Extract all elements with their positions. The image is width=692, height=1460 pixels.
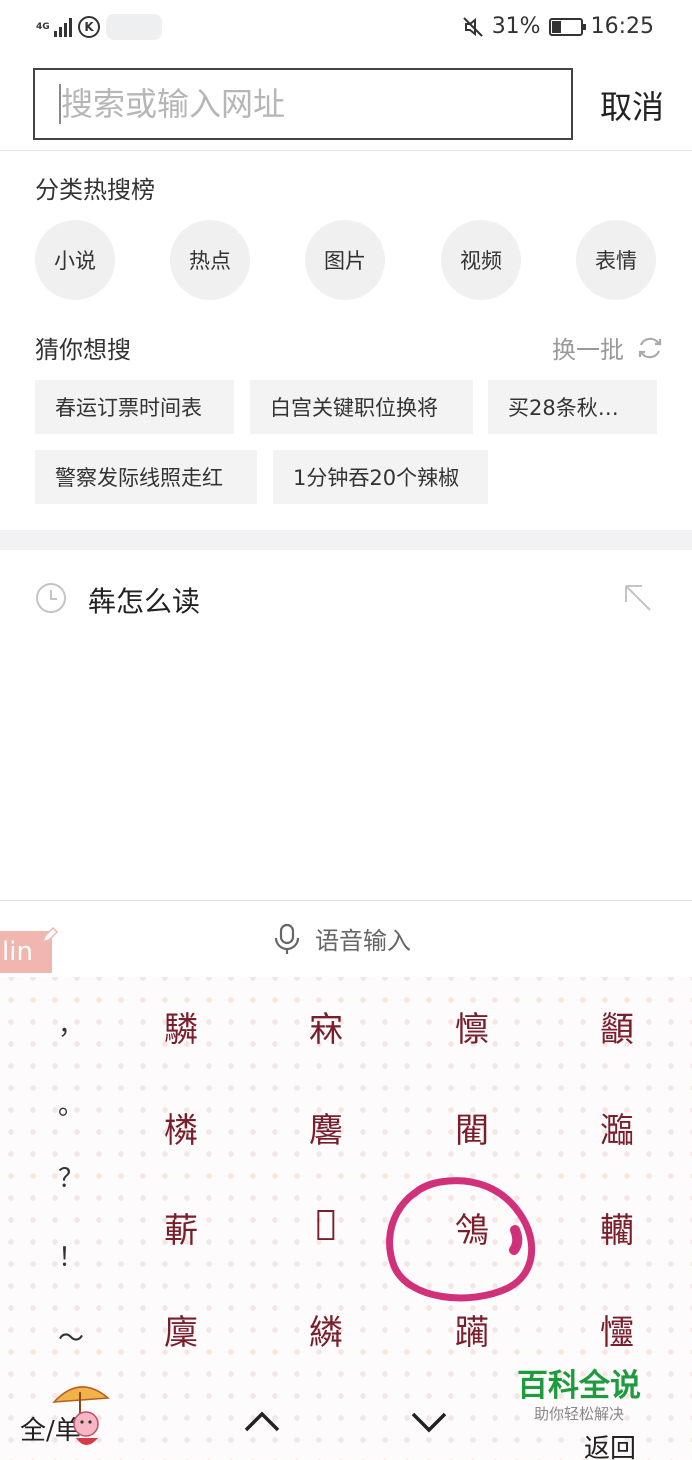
category-chip-row: 小说 热点 图片 视频 表情: [35, 220, 657, 300]
suggestion-tag[interactable]: 警察发际线照走红: [35, 450, 257, 504]
candidate-key[interactable]: 蔪: [141, 1203, 221, 1252]
voice-input-button[interactable]: 语音输入: [273, 921, 411, 956]
mute-icon: [462, 16, 483, 37]
candidate-key[interactable]: 繗: [286, 1305, 366, 1354]
candidate-key[interactable]: 瀶: [577, 1103, 657, 1152]
candidate-key[interactable]: 轥: [577, 1203, 657, 1252]
highlight-circle-annotation: [386, 1177, 536, 1302]
candidate-key[interactable]: 廩: [141, 1305, 221, 1354]
parasol-mascot-icon: [52, 1386, 110, 1445]
cancel-button[interactable]: 取消: [600, 82, 664, 128]
candidate-key[interactable]: 麐: [286, 1103, 366, 1152]
clock-time: 16:25: [590, 14, 654, 39]
pencil-icon[interactable]: [40, 927, 58, 945]
status-bar: 4G K 31% 16:25: [0, 0, 692, 58]
microphone-icon: [274, 923, 300, 954]
candidate-key[interactable]: 驎: [141, 1002, 221, 1051]
keyboard-toolbar: 语音输入: [0, 901, 692, 977]
watermark-sub: 助你轻松解决: [533, 1405, 624, 1423]
category-hot-title: 分类热搜榜: [35, 176, 155, 204]
candidate-key[interactable]: 橉: [141, 1103, 221, 1152]
candidate-key[interactable]: 躏: [432, 1305, 512, 1354]
history-item-text: 犇怎么读: [88, 585, 201, 618]
search-box[interactable]: [33, 68, 573, 140]
candidate-key[interactable]: 顲: [577, 1002, 657, 1051]
section-separator: [0, 530, 692, 550]
divider: [0, 150, 692, 151]
punct-key-period[interactable]: 。: [58, 1085, 84, 1122]
category-chip-image[interactable]: 图片: [305, 220, 385, 300]
watermark-main: 百科全说: [517, 1368, 641, 1404]
chevron-down-icon[interactable]: [407, 1400, 451, 1444]
punct-key-tilde[interactable]: ～: [58, 1318, 84, 1355]
status-left: 4G K: [36, 14, 162, 40]
category-chip-emoji[interactable]: 表情: [576, 220, 656, 300]
k-app-icon: K: [78, 16, 100, 38]
clock-icon: [36, 583, 66, 613]
punct-key-comma[interactable]: ，: [58, 1005, 84, 1042]
status-right: 31% 16:25: [462, 14, 654, 39]
text-caret: [59, 84, 61, 124]
category-chip-video[interactable]: 视频: [441, 220, 521, 300]
punct-key-exclaim[interactable]: ！: [58, 1237, 84, 1274]
refresh-button[interactable]: 换一批: [552, 330, 664, 365]
fill-query-arrow-icon[interactable]: [622, 582, 654, 614]
network-label: 4G: [36, 21, 50, 32]
suggestion-tag[interactable]: 春运订票时间表: [35, 380, 234, 434]
candidate-key[interactable]: 閵: [432, 1103, 512, 1152]
blurred-notification-icon: [106, 14, 162, 40]
refresh-icon: [638, 337, 662, 358]
punct-key-question[interactable]: ？: [58, 1158, 84, 1195]
suggestion-tag[interactable]: 白宫关键职位换将: [250, 380, 473, 434]
history-item[interactable]: 犇怎么读: [0, 570, 692, 630]
signal-icon: [54, 17, 72, 37]
refresh-label: 换一批: [552, 336, 624, 364]
chevron-up-icon[interactable]: [240, 1400, 284, 1444]
candidate-key[interactable]: 𣜤: [286, 1203, 366, 1243]
category-chip-hot[interactable]: 热点: [170, 220, 250, 300]
category-chip-novel[interactable]: 小说: [35, 220, 115, 300]
search-row: 取消: [33, 68, 664, 140]
candidate-key[interactable]: 㦭: [577, 1305, 657, 1354]
battery-percent: 31%: [491, 14, 541, 39]
search-input[interactable]: [57, 85, 571, 123]
voice-input-label: 语音输入: [315, 927, 411, 955]
watermark-logo: 百科全说 助你轻松解决: [510, 1368, 648, 1424]
suggestions-title: 猜你想搜: [35, 336, 131, 364]
candidate-key[interactable]: 懔: [432, 1002, 512, 1051]
suggestion-tag[interactable]: 买28条秋…: [488, 380, 657, 434]
back-button[interactable]: 返回: [584, 1428, 636, 1460]
suggestion-tag[interactable]: 1分钟吞20个辣椒: [273, 450, 488, 504]
battery-icon: [548, 17, 586, 36]
candidate-key[interactable]: 㝝: [286, 1002, 366, 1051]
